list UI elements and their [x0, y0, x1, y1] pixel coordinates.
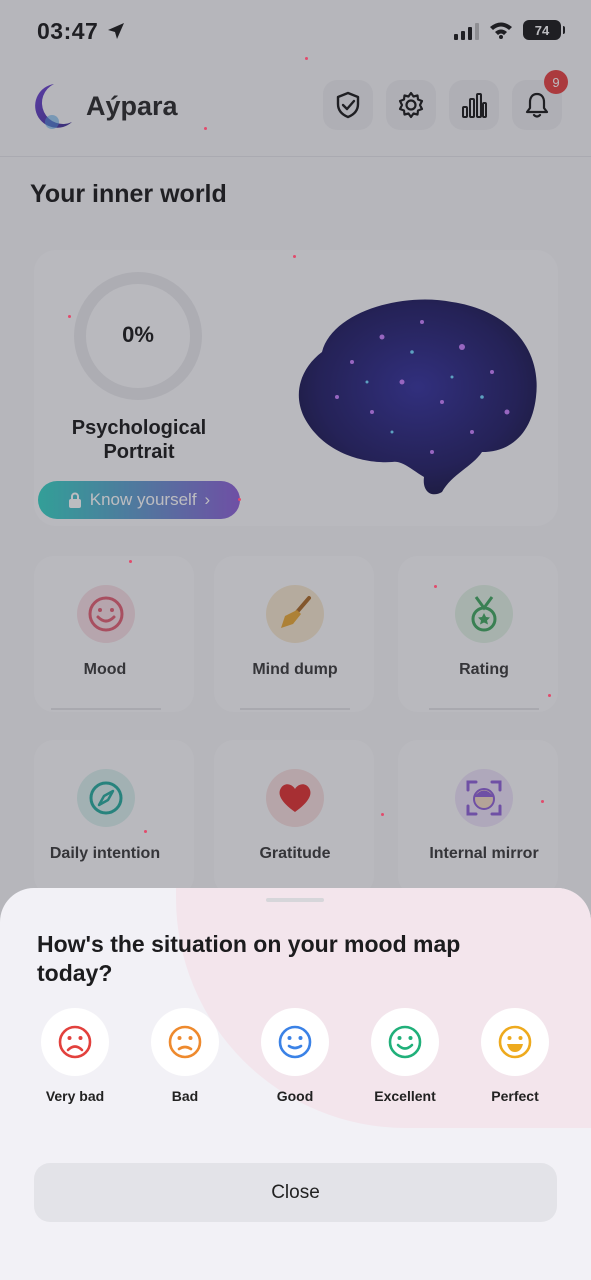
particle [68, 315, 71, 318]
mood-option-perfect[interactable]: Perfect [460, 1008, 570, 1104]
mood-option-excellent[interactable]: Excellent [350, 1008, 460, 1104]
particle [434, 585, 437, 588]
mood-label: Perfect [491, 1088, 539, 1104]
particle [129, 560, 132, 563]
mood-option-bad[interactable]: Bad [130, 1008, 240, 1104]
mood-bottom-sheet: How's the situation on your mood map tod… [0, 888, 591, 1280]
sheet-title: How's the situation on your mood map tod… [37, 931, 461, 986]
particle [204, 127, 207, 130]
mood-circle[interactable] [481, 1008, 549, 1076]
sad-face-icon [168, 1025, 202, 1059]
particle [541, 800, 544, 803]
grin-face-icon [498, 1025, 532, 1059]
mood-circle[interactable] [41, 1008, 109, 1076]
mood-label: Bad [171, 1088, 199, 1104]
neutral-smile-icon [278, 1025, 312, 1059]
mood-option-very-bad[interactable]: Very bad [20, 1008, 130, 1104]
particle [293, 255, 296, 258]
close-button[interactable]: Close [34, 1163, 557, 1222]
mood-label: Good [276, 1088, 314, 1104]
smile-face-icon [388, 1025, 422, 1059]
mood-label: Very bad [45, 1088, 105, 1104]
particle [381, 813, 384, 816]
mood-circle[interactable] [261, 1008, 329, 1076]
particle [144, 830, 147, 833]
mood-label: Excellent [374, 1088, 436, 1104]
mood-circle[interactable] [151, 1008, 219, 1076]
particle [238, 498, 241, 501]
very-sad-face-icon [58, 1025, 92, 1059]
particle [305, 57, 308, 60]
mood-circle[interactable] [371, 1008, 439, 1076]
mood-option-good[interactable]: Good [240, 1008, 350, 1104]
particle [548, 694, 551, 697]
drag-handle[interactable] [266, 898, 324, 902]
